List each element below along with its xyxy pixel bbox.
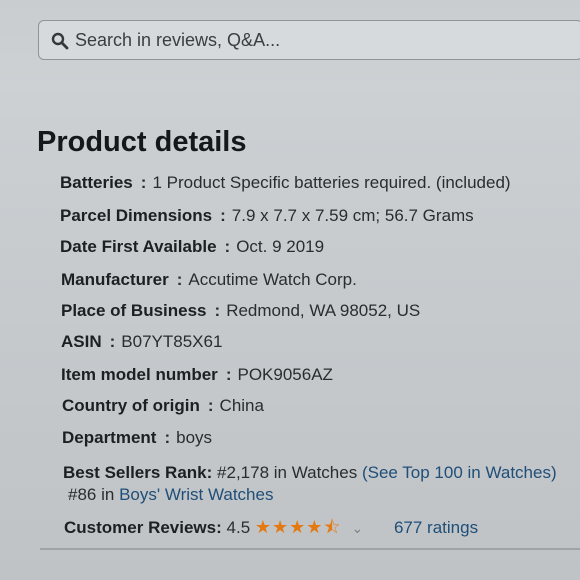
detail-row-date-first-available: Date First Available: Oct. 9 2019 [60,237,324,257]
detail-separator: : [140,173,147,192]
detail-separator: : [220,206,226,225]
rating-value: 4.5 [226,518,251,537]
boys-wrist-watches-link[interactable]: Boys' Wrist Watches [119,485,273,504]
see-top-100-link[interactable]: (See Top 100 in Watches) [362,463,557,482]
detail-value: 7.9 x 7.7 x 7.59 cm; 56.7 Grams [231,206,474,225]
detail-value: POK9056AZ [237,365,333,384]
detail-value: B07YT85X61 [121,332,223,351]
detail-separator: : [225,365,232,384]
detail-value: Redmond, WA 98052, US [226,301,421,320]
detail-value: Oct. 9 2019 [236,237,325,256]
detail-separator: : [214,301,221,320]
detail-separator: : [224,237,231,256]
detail-label: ASIN [61,332,102,351]
detail-label: Manufacturer [61,270,169,289]
detail-row-department: Department: boys [62,428,212,448]
search-placeholder: Search in reviews, Q&A... [75,30,281,50]
detail-row-item-model-number: Item model number: POK9056AZ [61,365,333,385]
best-sellers-rank-watches: #2,178 in Watches [217,463,358,482]
detail-value: China [219,396,264,415]
best-sellers-label: Best Sellers Rank: [63,463,213,482]
detail-row-parcel-dimensions: Parcel Dimensions:7.9 x 7.7 x 7.59 cm; 5… [60,206,474,226]
customer-reviews: Customer Reviews: 4.5 ★★★★⯪ ⌄ 677 ratings [64,515,478,545]
detail-label: Date First Available [60,237,217,256]
detail-label: Parcel Dimensions [60,206,213,225]
detail-separator: : [109,332,116,351]
search-icon [51,32,69,50]
detail-label: Batteries [60,173,133,192]
detail-value: Accutime Watch Corp. [188,270,357,289]
detail-label: Place of Business [61,301,207,320]
search-input[interactable]: Search in reviews, Q&A... [38,20,580,60]
detail-label: Item model number [61,365,218,384]
detail-row-manufacturer: Manufacturer: Accutime Watch Corp. [61,270,357,290]
divider [40,548,580,550]
customer-reviews-label: Customer Reviews: [64,518,222,537]
detail-value: 1 Product Specific batteries required. (… [152,173,511,192]
best-sellers-rank-secondary: #86 in Boys' Wrist Watches [68,485,273,505]
detail-value: boys [176,428,213,447]
detail-separator: : [207,396,214,415]
detail-separator: : [164,428,171,447]
best-sellers-rank: Best Sellers Rank: #2,178 in Watches (Se… [63,463,557,483]
chevron-down-icon[interactable]: ⌄ [351,520,363,536]
detail-row-country-of-origin: Country of origin: China [62,396,264,416]
ratings-count-link[interactable]: 677 ratings [394,518,478,537]
detail-label: Country of origin [62,396,200,415]
detail-separator: : [176,270,183,289]
detail-row-place-of-business: Place of Business: Redmond, WA 98052, US [61,301,420,321]
detail-row-asin: ASIN: B07YT85X61 [61,332,222,352]
star-rating-icon[interactable]: ★★★★⯪ [255,517,342,537]
best-sellers-rank2-prefix: #86 in [68,485,115,504]
detail-label: Department [62,428,157,447]
detail-row-batteries: Batteries:1 Product Specific batteries r… [60,173,511,193]
page-title: Product details [37,126,247,158]
